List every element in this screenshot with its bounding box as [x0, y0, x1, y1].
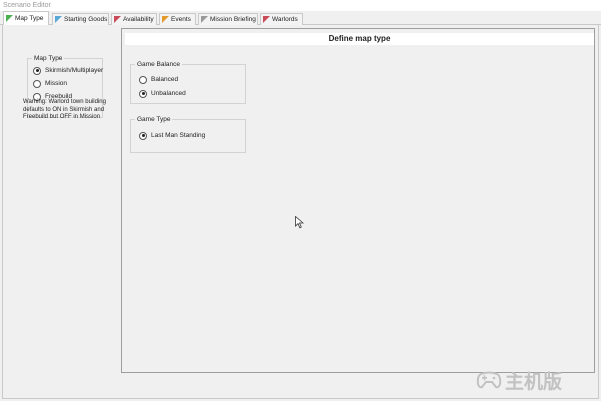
- game-type-legend: Game Type: [135, 116, 173, 124]
- tab-events[interactable]: Events: [159, 13, 196, 25]
- watermark-text: 主机版: [505, 371, 563, 393]
- radio-balanced[interactable]: Balanced: [139, 75, 178, 84]
- watermark: 主机版: [476, 368, 563, 393]
- radio-mission[interactable]: Mission: [33, 79, 67, 88]
- tab-strip: Map Type Starting Goods Availability Eve…: [0, 11, 601, 25]
- radio-skirmish-multiplayer[interactable]: Skirmish/Multiplayer: [33, 66, 103, 75]
- window-title: Scenario Editor: [0, 0, 601, 11]
- tab-flag-icon: [114, 16, 121, 23]
- panel-title: Define map type: [125, 33, 594, 45]
- tab-flag-icon: [201, 16, 208, 23]
- radio-button-icon: [139, 75, 147, 84]
- radio-unbalanced[interactable]: Unbalanced: [139, 89, 186, 98]
- radio-label: Last Man Standing: [151, 132, 206, 139]
- radio-label: Balanced: [151, 76, 179, 83]
- game-balance-group: Game Balance Balanced Unbalanced: [130, 61, 246, 104]
- tab-flag-icon: [162, 16, 169, 23]
- radio-last-man-standing[interactable]: Last Man Standing: [139, 131, 205, 140]
- warlord-warning-text: Warning: Warlord town building defaults …: [23, 99, 106, 120]
- radio-label: Mission: [45, 80, 68, 87]
- tab-label: Availability: [123, 16, 154, 23]
- radio-button-icon: [139, 131, 147, 140]
- gamepad-icon: [476, 371, 502, 389]
- radio-button-icon: [33, 79, 41, 88]
- map-type-legend: Map Type: [32, 55, 65, 63]
- radio-button-icon: [139, 89, 147, 98]
- radio-label: Unbalanced: [151, 90, 186, 97]
- tab-label: Warlords: [272, 16, 298, 23]
- tab-mission-briefing[interactable]: Mission Briefing: [198, 13, 258, 25]
- tab-label: Mission Briefing: [210, 16, 256, 23]
- tab-warlords[interactable]: Warlords: [260, 13, 303, 25]
- radio-label: Skirmish/Multiplayer: [45, 67, 104, 74]
- radio-button-icon: [33, 66, 41, 75]
- tab-flag-icon: [6, 15, 13, 22]
- tab-label: Events: [171, 16, 191, 23]
- tab-map-type[interactable]: Map Type: [3, 11, 49, 25]
- game-balance-legend: Game Balance: [135, 61, 182, 69]
- tab-flag-icon: [55, 16, 62, 23]
- tab-starting-goods[interactable]: Starting Goods: [52, 13, 109, 25]
- mouse-cursor-icon: [295, 216, 304, 229]
- game-type-group: Game Type Last Man Standing: [130, 116, 246, 153]
- tab-label: Map Type: [15, 15, 44, 22]
- tab-flag-icon: [263, 16, 270, 23]
- tab-label: Starting Goods: [64, 16, 108, 23]
- tab-availability[interactable]: Availability: [111, 13, 157, 25]
